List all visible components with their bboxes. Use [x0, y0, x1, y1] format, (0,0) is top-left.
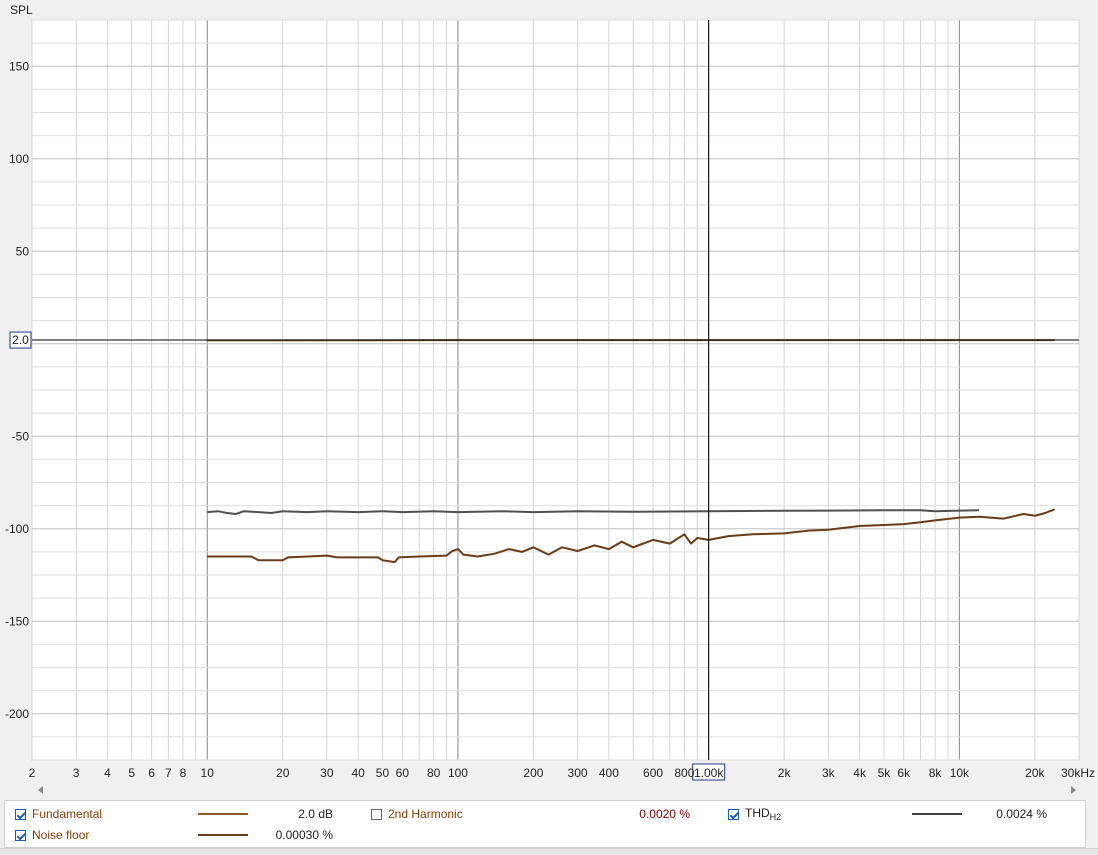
x-tick-label: 20k	[1025, 766, 1045, 780]
noise-floor-checkbox[interactable]	[15, 830, 26, 841]
x-tick-label: 4k	[853, 766, 867, 780]
2nd-harmonic-label: 2nd Harmonic	[388, 807, 463, 821]
x-tick-label: 100	[448, 766, 468, 780]
y-axis-title: SPL	[10, 3, 33, 17]
x-tick-label: 300	[568, 766, 588, 780]
x-tick-label: 5k	[878, 766, 892, 780]
x-tick-label: 8k	[929, 766, 943, 780]
fundamental-value: 2.0 dB	[265, 804, 333, 824]
legend-item-fundamental[interactable]: Fundamental	[15, 804, 102, 824]
cursor-y-readout: 2.0	[12, 333, 29, 347]
x-tick-label: 400	[599, 766, 619, 780]
y-tick-label: 150	[9, 59, 29, 73]
noise-floor-value: 0.00030 %	[255, 825, 333, 845]
cursor-x-readout: 1.00k	[694, 766, 724, 780]
x-tick-label: 10	[201, 766, 215, 780]
y-tick-label: -150	[5, 614, 29, 628]
x-tick-label: 200	[523, 766, 543, 780]
legend-item-thd[interactable]: THDH2	[728, 804, 781, 824]
fundamental-checkbox[interactable]	[15, 809, 26, 820]
2nd-harmonic-value: 0.0020 %	[615, 804, 690, 824]
x-tick-label: 80	[427, 766, 441, 780]
x-tick-label: 10k	[950, 766, 970, 780]
x-tick-label: 40	[352, 766, 366, 780]
2nd-harmonic-checkbox[interactable]	[371, 809, 382, 820]
x-tick-label: 30kHz	[1061, 766, 1095, 780]
thd-value: 0.0024 %	[970, 804, 1047, 824]
x-tick-label: 6k	[897, 766, 911, 780]
y-tick-label: 50	[16, 244, 30, 258]
legend-item-2nd-harmonic[interactable]: 2nd Harmonic	[371, 804, 463, 824]
spl-chart[interactable]: 2.0 1.00k 2 3 4 5678 10 20 30 40 50 60 80 100 200 300 4…	[0, 0, 1098, 800]
y-tick-label: -100	[5, 522, 29, 536]
x-tick-label: 20	[276, 766, 290, 780]
legend-item-noise-floor[interactable]: Noise floor	[15, 825, 89, 845]
x-tick-label: 5	[128, 766, 135, 780]
x-tick-label: 6	[148, 766, 155, 780]
legend-row-1: Fundamental 2.0 dB 2nd Harmonic 0.0020 %…	[5, 804, 1085, 824]
x-tick-label: 30	[320, 766, 334, 780]
x-tick-label: 600	[643, 766, 663, 780]
x-tick-label: 4	[104, 766, 111, 780]
fundamental-swatch	[198, 813, 248, 815]
x-tick-label: 2k	[778, 766, 792, 780]
y-tick-label: -50	[12, 429, 30, 443]
fundamental-label: Fundamental	[32, 807, 102, 821]
thd-subscript: H2	[770, 812, 782, 822]
x-tick-label: 3	[73, 766, 80, 780]
x-tick-label: 8	[180, 766, 187, 780]
noise-floor-label: Noise floor	[32, 828, 89, 842]
legend-row-2: Noise floor 0.00030 %	[5, 825, 1085, 845]
thd-label: THDH2	[745, 806, 781, 822]
x-tick-label: 2	[29, 766, 36, 780]
x-tick-label: 7	[165, 766, 172, 780]
noise-floor-swatch	[198, 834, 248, 836]
y-tick-label: -200	[5, 707, 29, 721]
horizontal-scrollbar[interactable]	[32, 784, 1079, 796]
y-tick-label: 100	[9, 152, 29, 166]
thd-checkbox[interactable]	[728, 809, 739, 820]
x-tick-label: 800	[674, 766, 694, 780]
thd-swatch	[912, 813, 962, 815]
x-tick-label: 60	[396, 766, 410, 780]
x-tick-label: 3k	[822, 766, 836, 780]
legend-panel: Fundamental 2.0 dB 2nd Harmonic 0.0020 %…	[4, 800, 1086, 848]
x-tick-label: 50	[376, 766, 390, 780]
